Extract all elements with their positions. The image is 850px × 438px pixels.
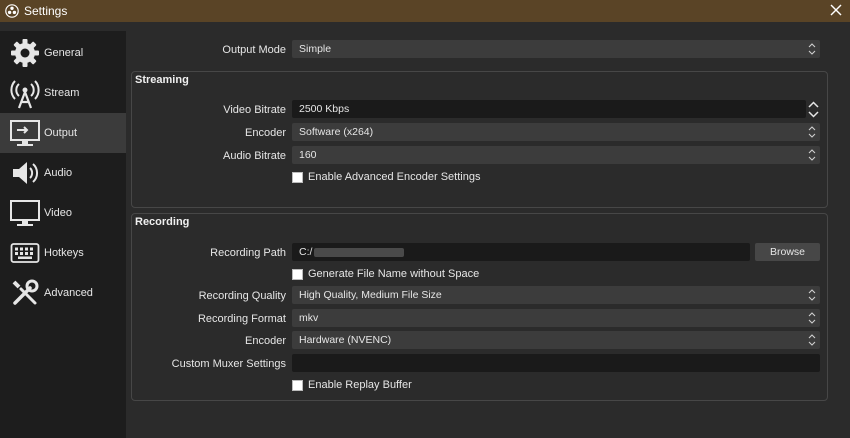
no-space-filename-label: Generate File Name without Space xyxy=(308,268,480,280)
audio-bitrate-label: Audio Bitrate xyxy=(223,150,286,162)
recording-path-label: Recording Path xyxy=(210,247,286,259)
sidebar-item-label: Video xyxy=(44,207,72,219)
stream-encoder-select[interactable]: Software (x264) xyxy=(292,123,820,141)
speaker-icon xyxy=(9,157,41,189)
output-monitor-icon xyxy=(9,117,41,149)
recording-quality-select[interactable]: High Quality, Medium File Size xyxy=(292,286,820,304)
broadcast-icon xyxy=(9,77,41,109)
sidebar-item-output[interactable]: Output xyxy=(0,113,126,153)
checkbox-box[interactable] xyxy=(292,379,303,391)
custom-muxer-label: Custom Muxer Settings xyxy=(171,358,286,370)
stream-encoder-value: Software (x264) xyxy=(299,126,374,138)
video-bitrate-label: Video Bitrate xyxy=(223,104,286,116)
recording-title: Recording xyxy=(135,216,190,228)
obs-icon xyxy=(5,4,19,18)
select-arrows-icon xyxy=(808,312,816,324)
keyboard-icon xyxy=(9,237,41,269)
checkbox-box[interactable] xyxy=(292,171,303,183)
recording-quality-label: Recording Quality xyxy=(198,290,286,302)
recording-group xyxy=(131,213,828,401)
select-arrows-icon xyxy=(808,149,816,161)
sidebar-item-general[interactable]: General xyxy=(0,33,126,73)
video-bitrate-input[interactable]: 2500 Kbps xyxy=(292,100,806,118)
select-arrows-icon xyxy=(808,289,816,301)
output-mode-value: Simple xyxy=(299,43,332,55)
output-mode-label: Output Mode xyxy=(222,44,286,56)
sidebar-item-label: Output xyxy=(44,127,78,139)
no-space-filename-checkbox[interactable]: Generate File Name without Space xyxy=(292,268,479,280)
monitor-icon xyxy=(9,197,41,229)
browse-button[interactable]: Browse xyxy=(755,243,820,261)
recording-path-input[interactable]: C:/ xyxy=(292,243,750,261)
sidebar-item-label: Advanced xyxy=(44,287,93,299)
sidebar-item-video[interactable]: Video xyxy=(0,193,126,233)
sidebar-item-label: Audio xyxy=(44,167,73,179)
advanced-encoder-label: Enable Advanced Encoder Settings xyxy=(308,171,481,183)
video-bitrate-value: 2500 Kbps xyxy=(299,103,350,115)
audio-bitrate-value: 160 xyxy=(299,149,317,161)
sidebar-item-advanced[interactable]: Advanced xyxy=(0,273,126,313)
output-mode-select[interactable]: Simple xyxy=(292,40,820,58)
audio-bitrate-select[interactable]: 160 xyxy=(292,146,820,164)
recording-format-value: mkv xyxy=(299,312,319,324)
custom-muxer-input[interactable] xyxy=(292,354,820,372)
gear-icon xyxy=(9,37,41,69)
recording-encoder-value: Hardware (NVENC) xyxy=(299,334,392,346)
advanced-encoder-checkbox[interactable]: Enable Advanced Encoder Settings xyxy=(292,171,480,183)
sidebar-item-stream[interactable]: Stream xyxy=(0,73,126,113)
redacted-path-blur xyxy=(314,247,405,257)
spinbox-arrows-icon[interactable] xyxy=(807,100,820,119)
recording-format-label: Recording Format xyxy=(197,313,286,325)
recording-format-select[interactable]: mkv xyxy=(292,309,820,327)
sidebar-item-label: General xyxy=(44,47,84,59)
sidebar-item-label: Hotkeys xyxy=(44,247,84,259)
sidebar-item-hotkeys[interactable]: Hotkeys xyxy=(0,233,126,273)
stream-encoder-label: Encoder xyxy=(245,127,286,139)
recording-encoder-select[interactable]: Hardware (NVENC) xyxy=(292,331,820,349)
recording-encoder-label: Encoder xyxy=(245,335,286,347)
wrench-screwdriver-icon xyxy=(9,277,41,309)
close-icon[interactable] xyxy=(828,2,844,18)
recording-quality-value: High Quality, Medium File Size xyxy=(299,289,442,301)
recording-path-value: C:/ xyxy=(299,246,313,258)
select-arrows-icon xyxy=(808,126,816,138)
settings-sidebar: General Stream Output Audio Video Hotkey… xyxy=(0,31,126,438)
streaming-title: Streaming xyxy=(135,74,189,86)
checkbox-box[interactable] xyxy=(292,268,303,280)
sidebar-item-audio[interactable]: Audio xyxy=(0,153,126,193)
replay-buffer-checkbox[interactable]: Enable Replay Buffer xyxy=(292,379,412,391)
sidebar-item-label: Stream xyxy=(44,87,80,99)
replay-buffer-label: Enable Replay Buffer xyxy=(308,379,412,391)
select-arrows-icon xyxy=(808,43,816,55)
select-arrows-icon xyxy=(808,334,816,346)
title-bar: Settings xyxy=(0,0,850,22)
window-title: Settings xyxy=(24,4,68,18)
